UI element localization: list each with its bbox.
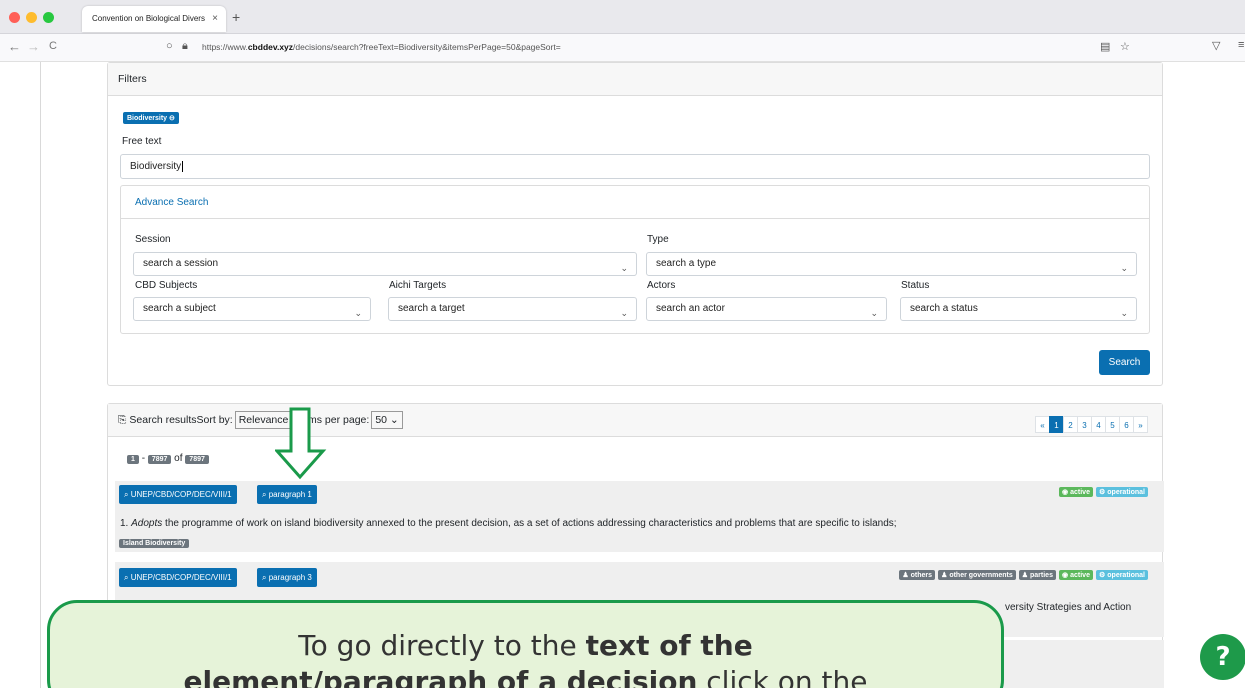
paragraph-text: 1. Adopts the programme of work on islan… — [120, 518, 897, 529]
callout-line-1: To go directly to the text of the — [298, 629, 753, 662]
items-per-page-select[interactable]: 50 ⌄ — [371, 411, 403, 429]
browser-tab[interactable]: Convention on Biological Divers × — [82, 6, 226, 32]
actor-select[interactable]: search an actor ⌄ — [646, 297, 887, 321]
copy-icon: ⎘ — [118, 413, 127, 426]
divider — [40, 62, 41, 688]
filters-card: Filters Biodiversity ⊖ Free text Biodive… — [107, 62, 1163, 386]
chevron-down-icon: ⌄ — [620, 263, 628, 273]
paragraph-text: versity Strategies and Action — [1005, 602, 1132, 613]
chevron-down-icon: ⌄ — [620, 308, 628, 318]
page-next[interactable]: » — [1133, 416, 1148, 433]
page-2[interactable]: 2 — [1063, 416, 1078, 433]
back-icon[interactable]: ← — [8, 39, 21, 54]
page-content: Filters Biodiversity ⊖ Free text Biodive… — [0, 62, 1245, 688]
aichi-label: Aichi Targets — [389, 280, 447, 291]
shield-icon: ○ — [166, 40, 173, 52]
result-range: 1 - 7897 of 7897 — [127, 453, 209, 464]
page-4[interactable]: 4 — [1091, 416, 1106, 433]
result-item — [985, 640, 1164, 688]
search-button[interactable]: Search — [1099, 350, 1150, 375]
reader-view-icon[interactable]: ▤ — [1100, 40, 1110, 53]
filters-header: Filters — [108, 63, 1162, 96]
session-select[interactable]: search a session ⌄ — [133, 252, 637, 276]
paragraph-button[interactable]: ⌕ paragraph 3 — [257, 568, 317, 587]
instruction-callout: To go directly to the text of the elemen… — [47, 600, 1004, 688]
pagination[interactable]: « 1 2 3 4 5 6 » — [1035, 416, 1148, 433]
callout-line-2: element/paragraph of a decision click on… — [183, 665, 868, 688]
subject-select[interactable]: search a subject ⌄ — [133, 297, 371, 321]
chevron-down-icon: ⌄ — [870, 308, 878, 318]
status-badges: ◉ active ⚙ operational — [1059, 485, 1148, 497]
status-badges: ♟ others ♟ other governments ♟ parties ◉… — [899, 568, 1148, 580]
bookmark-star-icon[interactable]: ☆ — [1120, 40, 1130, 53]
status-badge: ⚙ operational — [1096, 487, 1148, 497]
menu-icon[interactable]: ≡ — [1238, 39, 1244, 51]
new-tab-button[interactable]: + — [232, 9, 240, 25]
type-label: Type — [647, 234, 669, 245]
active-filter-chip[interactable]: Biodiversity ⊖ — [123, 112, 179, 124]
advance-search-toggle[interactable]: Advance Search — [121, 186, 1149, 219]
free-text-label: Free text — [122, 136, 162, 147]
result-item: ⌕ UNEP/CBD/COP/DEC/VIII/1 ⌕ paragraph 1 … — [115, 481, 1164, 552]
help-icon[interactable]: ? — [1200, 634, 1245, 680]
page-prev[interactable]: « — [1035, 416, 1050, 433]
free-text-input[interactable]: Biodiversity — [120, 154, 1150, 179]
session-label: Session — [135, 234, 171, 245]
sort-by-label: Sort by: — [196, 413, 233, 426]
reload-icon[interactable]: C — [49, 40, 57, 52]
chevron-down-icon: ⌄ — [1120, 308, 1128, 318]
tab-title: Convention on Biological Divers — [92, 14, 205, 23]
tab-close-icon[interactable]: × — [212, 6, 218, 32]
paragraph-button[interactable]: ⌕ paragraph 1 — [257, 485, 317, 504]
results-label: Search results — [129, 413, 197, 426]
subjects-label: CBD Subjects — [135, 280, 198, 291]
type-select[interactable]: search a type ⌄ — [646, 252, 1137, 276]
status-select[interactable]: search a status ⌄ — [900, 297, 1137, 321]
url-text: https://www.cbddev.xyz/decisions/search?… — [202, 42, 561, 52]
forward-icon[interactable]: → — [27, 39, 40, 54]
status-badge: ◉ active — [1059, 487, 1093, 497]
url-bar[interactable]: ○ 🔒︎ https://www.cbddev.xyz/decisions/se… — [150, 38, 1166, 58]
decision-button[interactable]: ⌕ UNEP/CBD/COP/DEC/VIII/1 — [119, 568, 237, 587]
lock-icon: 🔒︎ — [182, 40, 188, 52]
advance-search-panel: Advance Search Session Type search a ses… — [120, 185, 1150, 334]
subject-tag[interactable]: Island Biodiversity — [119, 539, 190, 548]
chevron-down-icon: ⌄ — [1120, 263, 1128, 273]
actors-label: Actors — [647, 280, 676, 291]
status-label: Status — [901, 280, 930, 291]
results-header: ⎘ Search results Sort by: Relevance Item… — [108, 404, 1162, 437]
page-1[interactable]: 1 — [1049, 416, 1064, 433]
maximize-window-icon[interactable] — [43, 12, 54, 23]
close-window-icon[interactable] — [9, 12, 20, 23]
aichi-select[interactable]: search a target ⌄ — [388, 297, 637, 321]
page-3[interactable]: 3 — [1077, 416, 1092, 433]
page-5[interactable]: 5 — [1105, 416, 1120, 433]
browser-tab-bar: Convention on Biological Divers × + — [0, 0, 1245, 34]
chevron-down-icon: ⌄ — [354, 308, 362, 318]
minimize-window-icon[interactable] — [26, 12, 37, 23]
decision-button[interactable]: ⌕ UNEP/CBD/COP/DEC/VIII/1 — [119, 485, 237, 504]
browser-nav-bar: ← → C ○ 🔒︎ https://www.cbddev.xyz/decisi… — [0, 34, 1245, 62]
page-6[interactable]: 6 — [1119, 416, 1134, 433]
down-arrow-icon — [275, 407, 327, 480]
pocket-icon[interactable]: ▽ — [1212, 39, 1220, 52]
